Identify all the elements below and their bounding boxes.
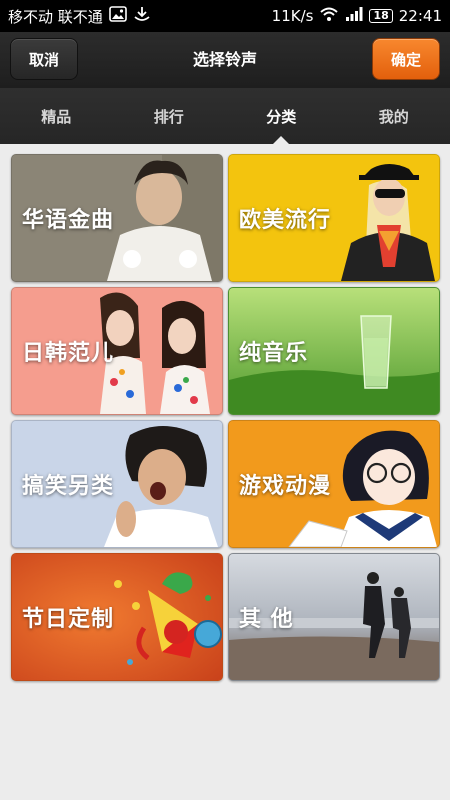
download-notification-icon [133, 5, 151, 27]
category-label: 游戏动漫 [239, 474, 332, 499]
battery-indicator: 18 [369, 9, 393, 23]
tab-featured[interactable]: 精品 [0, 88, 113, 144]
category-tile-games-anime[interactable]: 游戏动漫 [228, 420, 440, 548]
category-tile-chinese-hits[interactable]: 华语金曲 [11, 154, 223, 282]
tab-mine[interactable]: 我的 [338, 88, 450, 144]
tab-label: 分类 [266, 107, 297, 126]
category-label: 华语金曲 [22, 208, 115, 233]
tab-label: 精品 [41, 107, 72, 126]
category-tile-western-pop[interactable]: 欧美流行 [228, 154, 440, 282]
confirm-button[interactable]: 确定 [372, 38, 440, 80]
carrier-text: 移不动 联不通 [8, 7, 103, 26]
category-tile-others[interactable]: 其 他 [228, 553, 440, 681]
wifi-icon [319, 6, 339, 26]
title-bar: 选择铃声 取消 确定 [0, 32, 450, 89]
clock: 22:41 [398, 7, 442, 25]
cancel-button[interactable]: 取消 [10, 38, 78, 80]
network-speed: 11K/s [271, 7, 314, 25]
signal-icon [345, 6, 363, 26]
category-label: 日韩范儿 [22, 341, 115, 366]
status-bar: 移不动 联不通 11K/s 18 22:41 [0, 0, 450, 32]
category-label: 欧美流行 [239, 208, 332, 233]
category-tile-festival[interactable]: 节日定制 [11, 553, 223, 681]
tab-category[interactable]: 分类 [225, 88, 338, 144]
category-tile-jk-style[interactable]: 日韩范儿 [11, 287, 223, 415]
category-label: 纯音乐 [239, 341, 309, 366]
category-label: 节日定制 [22, 607, 115, 632]
category-tile-pure-music[interactable]: 纯音乐 [228, 287, 440, 415]
active-tab-indicator [273, 136, 290, 144]
category-tile-funny[interactable]: 搞笑另类 [11, 420, 223, 548]
category-grid: 华语金曲 欧美流行 日韩范儿 纯音乐 搞笑另类 游戏动漫 节日定制 其 他 [0, 144, 450, 704]
category-label: 其 他 [239, 607, 294, 632]
tab-bar: 精品 排行 分类 我的 [0, 88, 450, 144]
tab-ranking[interactable]: 排行 [113, 88, 226, 144]
category-label: 搞笑另类 [22, 474, 115, 499]
tab-label: 我的 [378, 107, 409, 126]
image-notification-icon [108, 6, 127, 26]
tab-label: 排行 [153, 107, 184, 126]
